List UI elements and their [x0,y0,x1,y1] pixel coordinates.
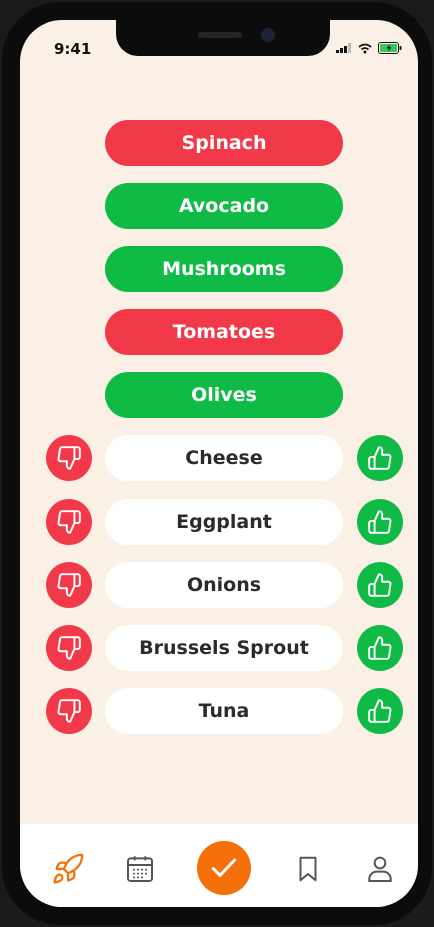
like-button-onions[interactable] [357,562,403,608]
battery-icon [378,42,402,54]
thumbs-down-icon [57,699,81,723]
food-name: Spinach [181,132,267,154]
like-button-brussels-sprout[interactable] [357,625,403,671]
app-screen: 9:41 Spinach Avocado Mushrooms Tomatoes … [20,20,418,907]
food-name: Olives [191,384,257,406]
tab-bookmark[interactable] [288,849,328,889]
thumbs-up-icon [368,636,392,660]
checkmark-icon [211,858,237,877]
food-pill-mushrooms[interactable]: Mushrooms [105,246,343,292]
dislike-button-tuna[interactable] [46,688,92,734]
status-icons [336,42,402,54]
front-camera [261,28,275,42]
food-pill-eggplant: Eggplant [105,499,343,545]
food-pill-tomatoes[interactable]: Tomatoes [105,309,343,355]
food-name: Tuna [198,700,250,722]
thumbs-down-icon [57,573,81,597]
food-name: Eggplant [176,511,272,533]
food-pill-olives[interactable]: Olives [105,372,343,418]
tab-calendar[interactable] [120,849,160,889]
wifi-icon [358,43,372,53]
thumbs-down-icon [57,446,81,470]
food-name: Avocado [178,195,270,217]
like-button-tuna[interactable] [357,688,403,734]
food-pill-spinach[interactable]: Spinach [105,120,343,166]
thumbs-down-icon [57,510,81,534]
tab-checkmark-button[interactable] [197,841,251,895]
dislike-button-eggplant[interactable] [46,499,92,545]
food-pill-brussels-sprout: Brussels Sprout [105,625,343,671]
food-name: Mushrooms [162,258,286,280]
food-name: Onions [186,574,262,596]
thumbs-down-icon [57,636,81,660]
food-pill-cheese: Cheese [105,435,343,481]
food-pill-onions: Onions [105,562,343,608]
tab-profile[interactable] [360,849,400,889]
dislike-button-onions[interactable] [46,562,92,608]
bookmark-icon [299,856,317,882]
food-pill-avocado[interactable]: Avocado [105,183,343,229]
speaker-grille [198,32,242,38]
calendar-icon [127,856,153,882]
like-button-eggplant[interactable] [357,499,403,545]
rocket-icon [53,853,84,884]
status-time: 9:41 [54,40,92,58]
bottom-tab-bar [20,824,418,907]
tab-rocket[interactable] [48,849,88,889]
dislike-button-cheese[interactable] [46,435,92,481]
food-name: Brussels Sprout [139,637,309,659]
food-name: Tomatoes [172,321,276,343]
thumbs-up-icon [368,510,392,534]
phone-frame: 9:41 Spinach Avocado Mushrooms Tomatoes … [2,2,432,925]
notch [116,20,330,56]
like-button-cheese[interactable] [357,435,403,481]
profile-icon [368,856,392,882]
thumbs-up-icon [368,446,392,470]
thumbs-up-icon [368,573,392,597]
signal-icon [336,43,351,53]
dislike-button-brussels-sprout[interactable] [46,625,92,671]
thumbs-up-icon [368,699,392,723]
food-pill-tuna: Tuna [105,688,343,734]
food-name: Cheese [185,447,263,469]
